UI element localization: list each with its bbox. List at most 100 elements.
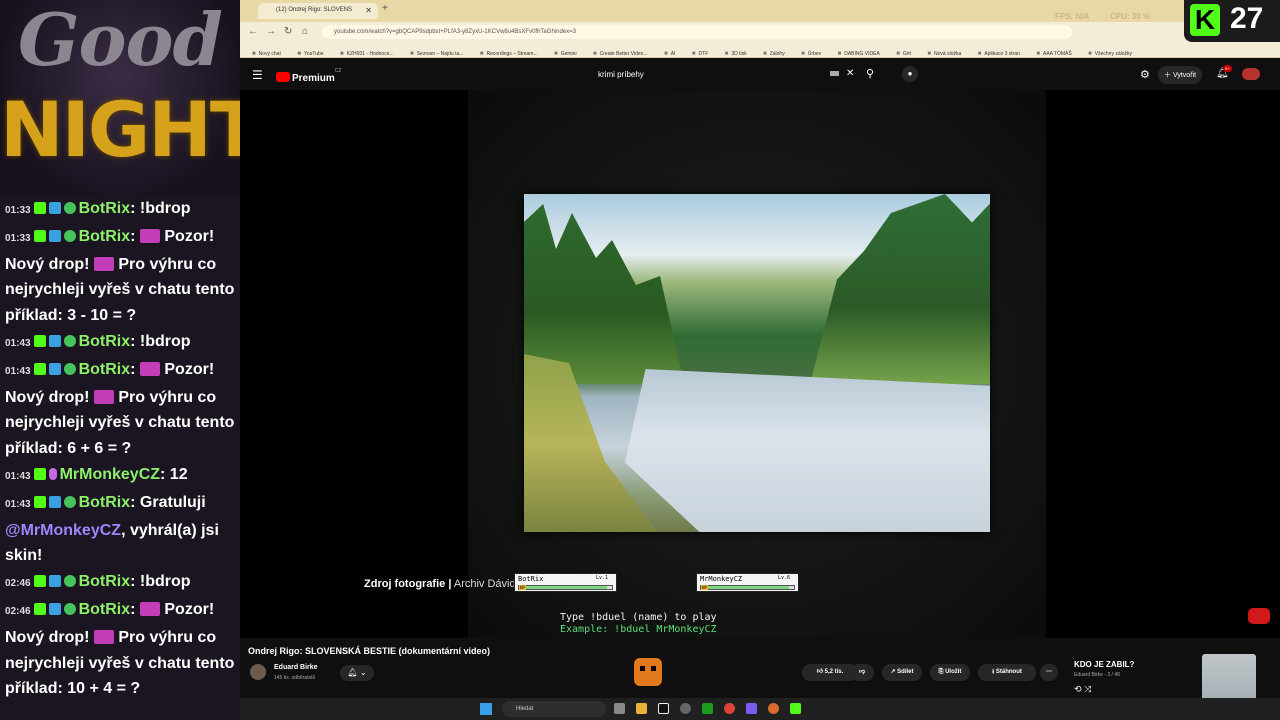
- emote-icon: [93, 256, 114, 271]
- chat-username[interactable]: BotRix: [79, 494, 131, 511]
- chat-timestamp: 01:43: [5, 470, 31, 482]
- youtube-logo[interactable]: PremiumCZ: [276, 68, 341, 86]
- create-label: Vytvořit: [1172, 72, 1197, 79]
- bookmark[interactable]: Grit: [896, 51, 911, 57]
- bookmark[interactable]: KZH001 - Hodnoce...: [340, 51, 394, 57]
- hp-bar: HP: [518, 585, 613, 590]
- chat-message: 01:43 MrMonkeyCZ: 12: [0, 462, 240, 490]
- chat-text: : Gratuluji: [130, 493, 206, 511]
- search-input[interactable]: krimi príbehy: [590, 66, 860, 84]
- loop-icon[interactable]: ⟲: [1074, 684, 1082, 694]
- bookmark[interactable]: Seznam – Najdu ta...: [410, 51, 464, 57]
- bookmark[interactable]: Všechny záložky: [1088, 51, 1132, 57]
- more-actions-button[interactable]: ⋯: [1040, 664, 1058, 681]
- home-icon[interactable]: ⌂: [302, 26, 308, 37]
- arrow-badge-icon: [48, 602, 61, 615]
- close-icon[interactable]: ✕: [365, 6, 372, 15]
- youtube-watermark-icon[interactable]: [1248, 608, 1270, 624]
- reload-icon[interactable]: ↻: [284, 26, 292, 37]
- keyboard-icon[interactable]: [830, 71, 839, 76]
- save-button[interactable]: ⎘ Uložit: [930, 664, 970, 681]
- windows-start-icon[interactable]: [480, 703, 492, 715]
- video-player[interactable]: Zdroj fotografie | Archiv Dávid BotRix L…: [240, 90, 1280, 638]
- chat-text: :: [130, 600, 140, 618]
- xbox-icon[interactable]: [702, 703, 713, 714]
- chat-username[interactable]: BotRix: [79, 573, 131, 590]
- dislike-button[interactable]: 👎︎: [850, 664, 874, 681]
- arrow-badge-icon: [48, 229, 61, 242]
- forward-icon[interactable]: →: [266, 26, 276, 37]
- avatar[interactable]: [1242, 68, 1260, 80]
- settings-icon[interactable]: [680, 703, 691, 714]
- duel-example: Example: !bduel MrMonkeyCZ: [560, 624, 717, 635]
- chat-username[interactable]: BotRix: [79, 200, 131, 217]
- playlist-controls: ⟲ ⤨: [1074, 684, 1091, 695]
- chat-mention[interactable]: @MrMonkeyCZ: [5, 522, 121, 539]
- bookmark[interactable]: Nový chat: [252, 51, 281, 57]
- bookmark[interactable]: AI: [664, 51, 676, 57]
- firefox-icon[interactable]: [768, 703, 779, 714]
- photo-credit-source: Archiv Dávid: [451, 578, 516, 590]
- duel-card-2: MrMonkeyCZ Lv.6 HP: [696, 573, 799, 592]
- verified-badge-icon: [63, 575, 76, 588]
- notification-count: 9+: [1223, 65, 1232, 72]
- chat-username[interactable]: BotRix: [79, 333, 131, 350]
- video-info: Ondrej Rigo: SLOVENSKÁ BESTIE (dokumentá…: [240, 638, 1280, 698]
- chat-timestamp: 01:43: [5, 365, 31, 377]
- tab-youtube[interactable]: (12) Ondrej Rigo: SLOVENS ✕: [258, 3, 378, 19]
- channel-avatar[interactable]: [250, 664, 266, 680]
- discord-icon[interactable]: [746, 703, 757, 714]
- taskview-icon[interactable]: [614, 703, 625, 714]
- chat-timestamp: 02:46: [5, 605, 31, 617]
- pumpkin-eye: [640, 666, 645, 671]
- microphone-icon[interactable]: ●: [902, 66, 918, 82]
- chat-message: 01:43 BotRix: !bdrop: [0, 329, 240, 357]
- cast-icon[interactable]: ⚙: [1140, 68, 1150, 81]
- search-icon[interactable]: ⚲: [866, 67, 874, 80]
- share-label: Sdílet: [897, 669, 914, 675]
- chat-username[interactable]: BotRix: [79, 601, 131, 618]
- download-button[interactable]: ⭳ Stáhnout: [978, 664, 1036, 681]
- kick-app-icon[interactable]: [790, 703, 801, 714]
- bookmark[interactable]: AAA TOMÁŠ: [1036, 51, 1072, 57]
- chat-username[interactable]: BotRix: [79, 228, 131, 245]
- bookmark[interactable]: Recordings – Stream...: [480, 51, 538, 57]
- menu-icon[interactable]: ☰: [252, 68, 263, 82]
- like-count: 5,2 tis.: [824, 669, 844, 675]
- url-field[interactable]: youtube.com/watch?v=gbQCAP9sdpbst+PLfA3-…: [322, 25, 1072, 39]
- tiktok-icon[interactable]: [658, 703, 669, 714]
- chat-text: :: [130, 227, 140, 245]
- new-tab-button[interactable]: +: [382, 3, 388, 14]
- bookmark[interactable]: Gemini: [554, 51, 577, 57]
- chat-message: 02:46 BotRix: !bdrop: [0, 569, 240, 597]
- kick-badge-icon: [33, 495, 46, 508]
- bookmark[interactable]: YouTube: [297, 51, 324, 57]
- bookmark[interactable]: Nová složka: [927, 51, 961, 57]
- bookmark[interactable]: Zálohy: [763, 51, 785, 57]
- clear-icon[interactable]: ✕: [846, 68, 854, 79]
- bookmark[interactable]: 3D tisk: [725, 51, 746, 57]
- bookmark[interactable]: Úrbev: [801, 51, 821, 57]
- bookmark[interactable]: Aplikace 3 stran: [978, 51, 1020, 57]
- kick-badge-icon: [33, 467, 46, 480]
- good-text: Good: [18, 0, 223, 82]
- bookmark[interactable]: DABING VIDEA: [838, 51, 880, 57]
- create-button[interactable]: ＋ Vytvořit: [1158, 66, 1203, 84]
- bookmark[interactable]: DTF: [692, 51, 709, 57]
- chat-username[interactable]: MrMonkeyCZ: [60, 466, 160, 483]
- explorer-icon[interactable]: [636, 703, 647, 714]
- duel-level: Lv.1: [595, 575, 608, 581]
- channel-name[interactable]: Eduard Birke: [274, 664, 318, 671]
- shuffle-icon[interactable]: ⤨: [1084, 684, 1091, 694]
- chat-username[interactable]: BotRix: [79, 361, 131, 378]
- chat-timestamp: 02:46: [5, 578, 31, 590]
- taskbar-search[interactable]: Hledat: [502, 701, 606, 717]
- share-button[interactable]: ↗ Sdílet: [882, 664, 922, 681]
- chrome-icon[interactable]: [724, 703, 735, 714]
- back-icon[interactable]: ←: [248, 26, 258, 37]
- kick-viewer-widget: K 27: [1184, 0, 1280, 42]
- arrow-badge-icon: [48, 362, 61, 375]
- subscribe-bell-button[interactable]: 🔔︎ ⌄: [340, 665, 374, 681]
- emote-icon: [139, 361, 160, 376]
- bookmark[interactable]: Create Better Video...: [593, 51, 648, 57]
